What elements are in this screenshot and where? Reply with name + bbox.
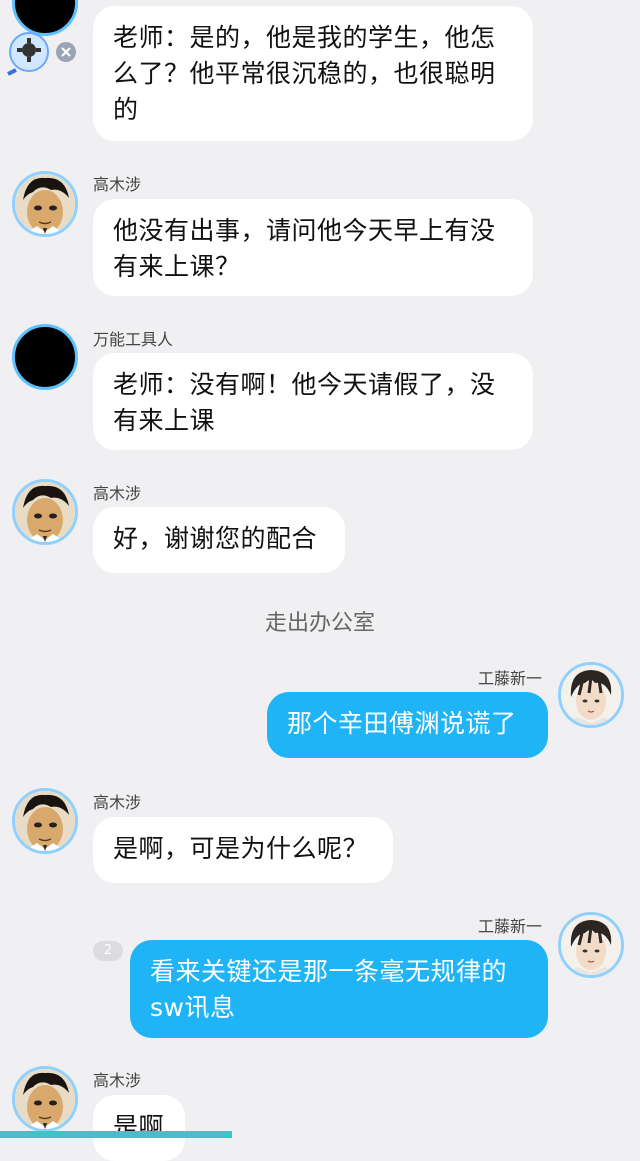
message-bubble[interactable]: 老师：是的，他是我的学生，他怎 么了？他平常很沉稳的，也很聪明 的 xyxy=(93,6,533,141)
message-line: sw讯息 xyxy=(150,993,236,1022)
message-bubble[interactable]: 是啊 xyxy=(93,1095,185,1161)
message-line: 他没有出事，请问他今天早上有没 xyxy=(113,216,496,245)
gear-magnifier-icon[interactable] xyxy=(6,30,88,76)
message-line: 好，谢谢您的配合 xyxy=(113,524,318,553)
takagi-avatar-icon[interactable] xyxy=(12,479,78,545)
progress-bar xyxy=(0,1131,232,1138)
message-bubble[interactable]: 老师：没有啊！他今天请假了，没 有来上课 xyxy=(93,353,533,450)
message-bubble[interactable]: 好，谢谢您的配合 xyxy=(93,507,345,573)
message-bubble[interactable]: 是啊，可是为什么呢？ xyxy=(93,817,393,883)
message-bubble[interactable]: 他没有出事，请问他今天早上有没 有来上课？ xyxy=(93,199,533,296)
takagi-avatar-icon[interactable] xyxy=(12,1066,78,1132)
sender-name: 高木涉 xyxy=(93,484,142,503)
sender-name: 工藤新一 xyxy=(478,669,543,688)
read-count-badge: 2 xyxy=(93,941,123,961)
takagi-avatar-icon[interactable] xyxy=(12,171,78,237)
sender-name: 高木涉 xyxy=(93,1071,142,1090)
takagi-avatar-icon[interactable] xyxy=(12,788,78,854)
chat-area[interactable]: 老师：是的，他是我的学生，他怎 么了？他平常很沉稳的，也很聪明 的 高木涉 他没… xyxy=(0,0,640,1161)
message-line: 看来关键还是那一条毫无规律的 xyxy=(150,957,508,986)
message-line: 有来上课 xyxy=(113,406,216,435)
message-bubble[interactable]: 看来关键还是那一条毫无规律的 sw讯息 xyxy=(130,940,548,1038)
message-line: 是啊 xyxy=(113,1112,165,1141)
kudo-avatar-icon[interactable] xyxy=(558,662,624,728)
message-line: 么了？他平常很沉稳的，也很聪明 xyxy=(113,59,496,88)
floating-tool-widget[interactable] xyxy=(6,30,88,76)
message-line: 老师：没有啊！他今天请假了，没 xyxy=(113,370,496,399)
sender-name: 高木涉 xyxy=(93,175,142,194)
narration-text: 走出办公室 xyxy=(264,611,375,636)
sender-name: 万能工具人 xyxy=(93,330,174,349)
kudo-avatar-icon[interactable] xyxy=(558,912,624,978)
message-bubble[interactable]: 那个辛田傅渊说谎了 xyxy=(267,692,548,758)
message-line: 有来上课？ xyxy=(113,252,241,281)
black-avatar-icon[interactable] xyxy=(12,324,78,390)
sender-name: 高木涉 xyxy=(93,793,142,812)
message-line: 老师：是的，他是我的学生，他怎 xyxy=(113,23,496,52)
message-line: 是啊，可是为什么呢？ xyxy=(113,834,369,863)
message-line: 的 xyxy=(113,95,139,124)
message-line: 那个辛田傅渊说谎了 xyxy=(287,709,517,738)
sender-name: 工藤新一 xyxy=(478,917,543,936)
